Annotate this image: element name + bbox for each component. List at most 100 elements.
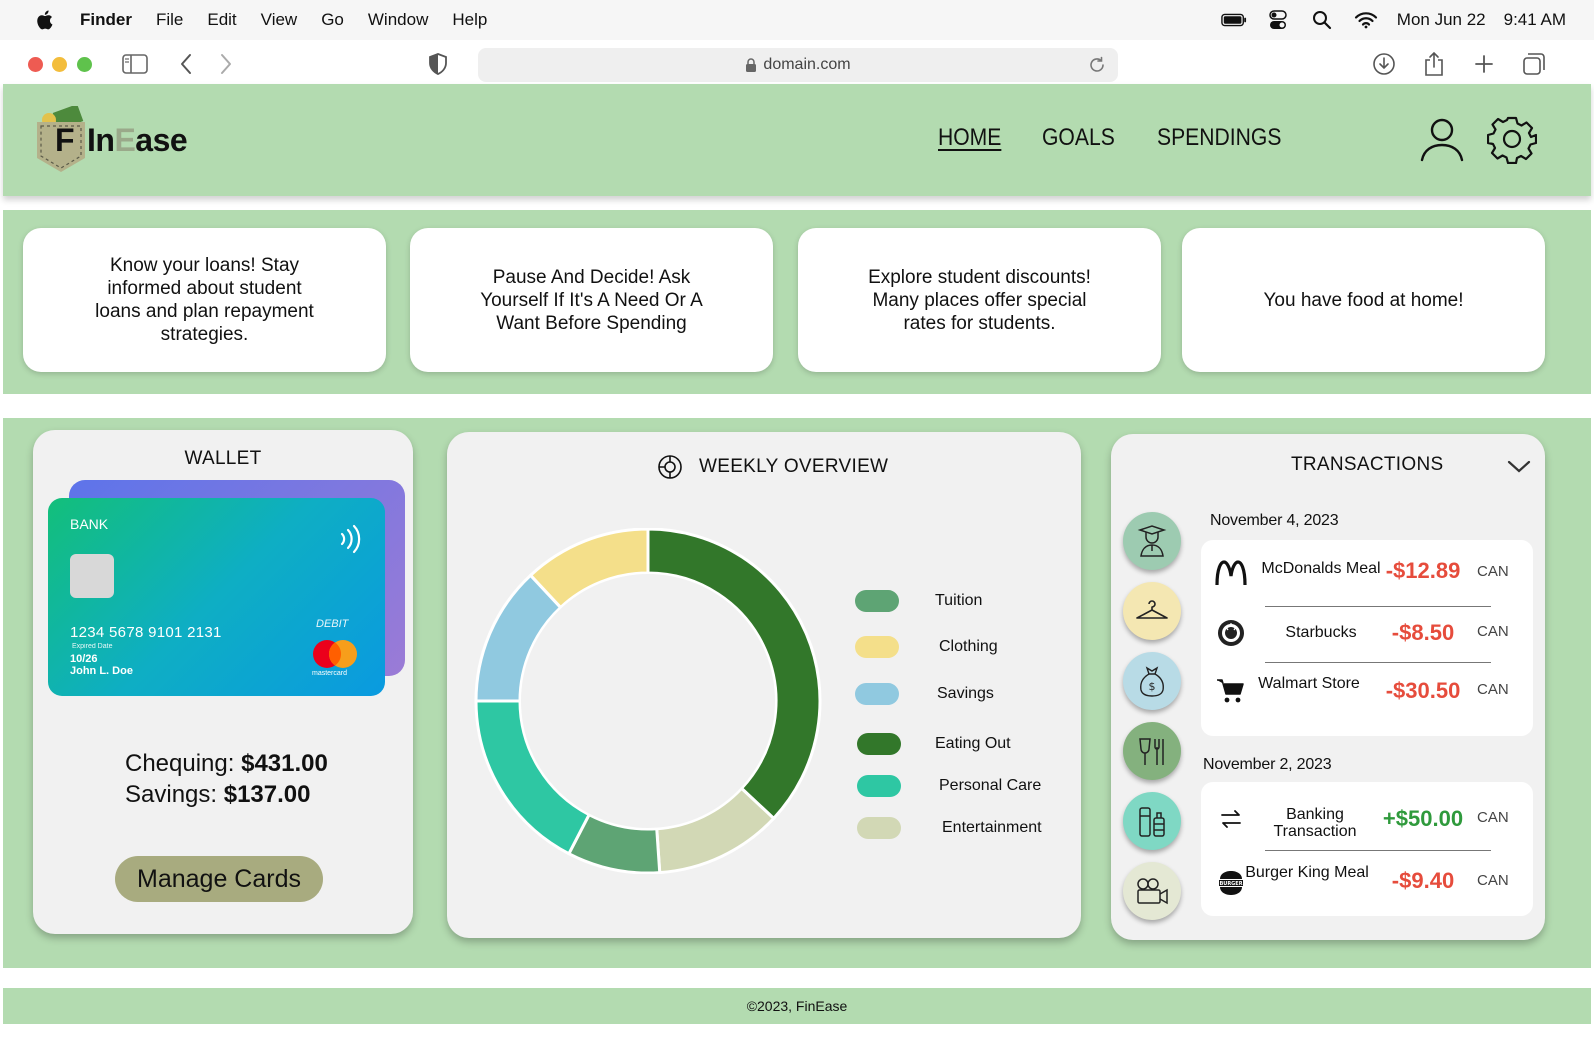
contactless-icon <box>340 524 361 554</box>
control-center-icon[interactable] <box>1265 9 1291 31</box>
app-header: F InEase HOME GOALS SPENDINGS <box>3 84 1591 196</box>
category-eating-out-button[interactable] <box>1123 722 1181 780</box>
manage-cards-button[interactable]: Manage Cards <box>115 856 323 902</box>
wifi-icon[interactable] <box>1353 9 1379 31</box>
chequing-value: $431.00 <box>241 750 328 777</box>
logo-f: F <box>55 122 75 158</box>
transaction-row[interactable]: Starbucks -$8.50 CAN <box>1201 604 1533 660</box>
footer: ©2023, FinEase <box>3 988 1591 1024</box>
address-bar[interactable]: domain.com <box>478 48 1118 82</box>
wallet-panel: WALLET BANK 1234 5678 9101 2131 Expired … <box>33 430 413 934</box>
chequing-balance: Chequing: $431.00 <box>125 748 328 779</box>
user-profile-icon[interactable] <box>1417 114 1467 164</box>
tip-text: Know your loans! Stay informed about stu… <box>95 255 314 345</box>
card-network: mastercard <box>312 670 348 677</box>
tip-card[interactable]: Know your loans! Stay informed about stu… <box>23 228 386 372</box>
reload-icon[interactable] <box>1088 56 1106 74</box>
tip-text: Pause And Decide! Ask Yourself If It's A… <box>480 266 703 334</box>
fin-ease-logo[interactable]: F InEase <box>35 98 205 180</box>
menu-view[interactable]: View <box>261 10 298 30</box>
legend-label: Clothing <box>939 638 998 655</box>
battery-icon[interactable] <box>1221 9 1247 31</box>
tip-card[interactable]: Explore student discounts! Many places o… <box>798 228 1161 372</box>
minimize-window-button[interactable] <box>52 57 67 72</box>
camera-icon <box>1137 878 1168 905</box>
transaction-row[interactable]: Banking Transaction +$50.00 CAN <box>1201 790 1533 846</box>
nav-home[interactable]: HOME <box>938 124 1001 152</box>
back-icon[interactable] <box>172 50 200 78</box>
menu-edit[interactable]: Edit <box>207 10 236 30</box>
transfer-icon <box>1215 804 1247 834</box>
transaction-row[interactable]: McDonalds Meal -$12.89 CAN <box>1201 544 1533 600</box>
transactions-title: TRANSACTIONS <box>1291 454 1444 475</box>
logo-in: In <box>87 122 115 158</box>
transaction-amount: +$50.00 <box>1382 806 1464 831</box>
graduate-icon <box>1137 525 1167 557</box>
tab-overview-icon[interactable] <box>1520 50 1548 78</box>
starbucks-logo-icon <box>1215 618 1247 648</box>
close-window-button[interactable] <box>28 57 43 72</box>
menubar-date[interactable]: Mon Jun 22 <box>1397 10 1486 30</box>
legend-item-clothing: Clothing <box>855 636 998 658</box>
tip-card[interactable]: Pause And Decide! Ask Yourself If It's A… <box>410 228 773 372</box>
pie-chart-icon <box>658 455 682 479</box>
category-savings-button[interactable]: $ <box>1123 652 1181 710</box>
legend-label: Tuition <box>935 592 983 609</box>
svg-text:BURGER: BURGER <box>1219 881 1242 887</box>
menubar-time[interactable]: 9:41 AM <box>1504 10 1566 30</box>
category-entertainment-button[interactable] <box>1123 862 1181 920</box>
menu-help[interactable]: Help <box>452 10 487 30</box>
zoom-window-button[interactable] <box>77 57 92 72</box>
logo-ase: ase <box>135 122 188 158</box>
transaction-group-card: McDonalds Meal -$12.89 CAN Starbucks -$8… <box>1201 540 1533 736</box>
savings-label: Savings: <box>125 781 218 808</box>
svg-text:$: $ <box>1149 680 1156 693</box>
transaction-name: Starbucks <box>1285 624 1357 641</box>
new-tab-icon[interactable] <box>1470 50 1498 78</box>
transaction-date: November 4, 2023 <box>1210 512 1339 529</box>
legend-swatch <box>857 775 901 797</box>
settings-gear-icon[interactable] <box>1487 114 1537 164</box>
weekly-overview-panel: WEEKLY OVERVIEW Tuition Clothing Savings… <box>447 432 1081 938</box>
sidebar-toggle-icon[interactable] <box>121 50 149 78</box>
footer-copyright: ©2023, FinEase <box>746 998 848 1014</box>
transaction-amount: -$8.50 <box>1391 620 1455 645</box>
legend-label: Entertainment <box>942 819 1042 836</box>
menu-file[interactable]: File <box>156 10 183 30</box>
search-icon[interactable] <box>1309 9 1335 31</box>
transaction-row[interactable]: Walmart Store -$30.50 CAN <box>1201 662 1533 718</box>
transaction-name: McDonalds Meal <box>1261 560 1381 577</box>
savings-balance: Savings: $137.00 <box>125 779 328 810</box>
transaction-name: Walmart Store <box>1258 675 1360 692</box>
tip-card[interactable]: You have food at home! <box>1182 228 1545 372</box>
legend-swatch <box>857 817 901 839</box>
hanger-icon <box>1136 600 1168 619</box>
download-icon[interactable] <box>1370 50 1398 78</box>
debit-card[interactable]: BANK 1234 5678 9101 2131 Expired Date 10… <box>48 498 385 696</box>
browser-toolbar: domain.com <box>0 40 1594 84</box>
share-icon[interactable] <box>1420 50 1448 78</box>
menu-window[interactable]: Window <box>368 10 428 30</box>
menu-go[interactable]: Go <box>321 10 344 30</box>
nav-spendings[interactable]: SPENDINGS <box>1157 124 1281 152</box>
legend-label: Eating Out <box>935 735 1011 752</box>
wallet-title: WALLET <box>184 448 262 469</box>
card-expiry: 10/26 <box>70 653 98 665</box>
legend-label: Personal Care <box>939 777 1042 794</box>
toiletries-icon <box>1139 807 1165 837</box>
weekly-donut-chart <box>474 528 822 874</box>
forward-icon[interactable] <box>212 50 240 78</box>
main-nav: HOME GOALS SPENDINGS <box>938 124 1298 152</box>
legend-item-savings: Savings <box>855 683 994 705</box>
chevron-down-icon[interactable] <box>1507 460 1531 474</box>
privacy-shield-icon[interactable] <box>424 50 452 78</box>
menu-app-finder[interactable]: Finder <box>80 10 132 30</box>
category-clothing-button[interactable] <box>1123 582 1181 640</box>
transactions-panel: TRANSACTIONS $ November 4, 2023 McDonald… <box>1111 434 1545 940</box>
transaction-row[interactable]: BURGER Burger King Meal -$9.40 CAN <box>1201 854 1533 910</box>
apple-icon[interactable] <box>34 9 54 31</box>
category-tuition-button[interactable] <box>1123 512 1181 570</box>
nav-goals[interactable]: GOALS <box>1042 124 1115 152</box>
category-personal-care-button[interactable] <box>1123 792 1181 850</box>
url-text: domain.com <box>763 56 851 73</box>
